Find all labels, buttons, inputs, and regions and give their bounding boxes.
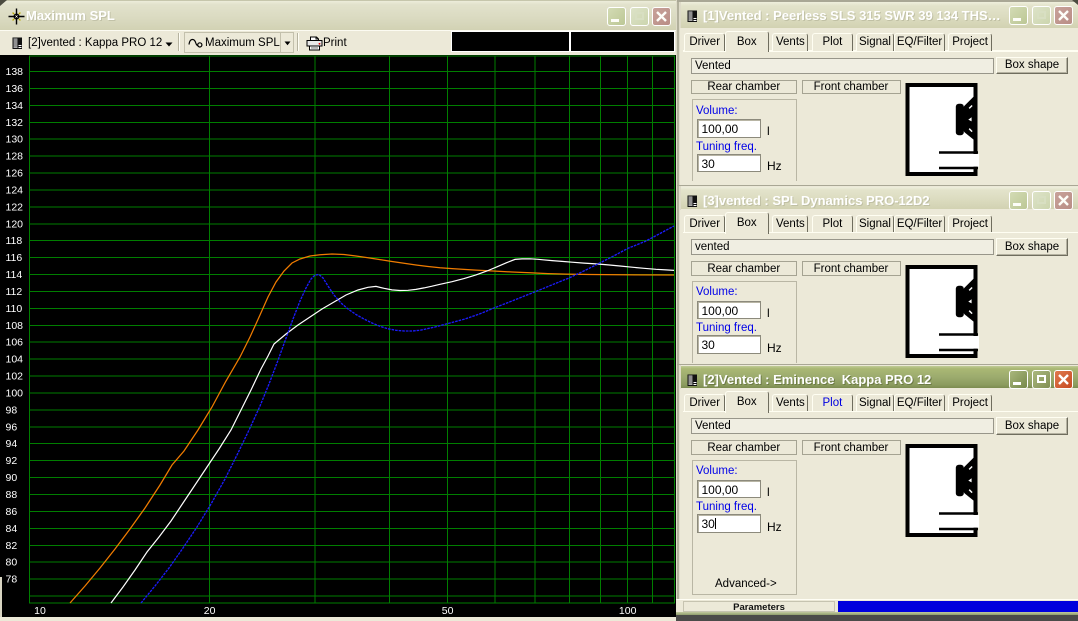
- svg-text:104: 104: [6, 354, 24, 366]
- svg-text:86: 86: [6, 506, 18, 518]
- svg-text:94: 94: [6, 438, 18, 450]
- svg-text:96: 96: [6, 421, 18, 433]
- svg-text:78: 78: [6, 574, 18, 586]
- svg-text:110: 110: [6, 303, 23, 315]
- svg-text:120: 120: [6, 218, 24, 230]
- svg-text:108: 108: [6, 320, 24, 332]
- svg-text:82: 82: [6, 540, 18, 552]
- svg-text:126: 126: [6, 168, 24, 180]
- svg-text:136: 136: [6, 83, 24, 95]
- svg-text:90: 90: [6, 472, 18, 484]
- svg-text:100: 100: [619, 605, 637, 617]
- svg-text:80: 80: [6, 557, 18, 569]
- svg-text:106: 106: [6, 337, 24, 349]
- svg-text:134: 134: [6, 100, 24, 112]
- svg-text:10: 10: [34, 605, 46, 617]
- svg-text:88: 88: [6, 489, 18, 501]
- svg-text:130: 130: [6, 134, 24, 146]
- svg-text:128: 128: [6, 151, 24, 163]
- svg-text:116: 116: [6, 252, 23, 264]
- svg-text:98: 98: [6, 404, 18, 416]
- svg-text:20: 20: [204, 605, 216, 617]
- svg-text:122: 122: [6, 201, 24, 213]
- svg-text:100: 100: [6, 388, 24, 400]
- svg-text:102: 102: [6, 371, 24, 383]
- svg-text:124: 124: [6, 184, 24, 196]
- svg-text:118: 118: [6, 235, 23, 247]
- svg-text:50: 50: [442, 605, 454, 617]
- svg-text:84: 84: [6, 523, 18, 535]
- svg-text:112: 112: [6, 286, 23, 298]
- svg-text:114: 114: [6, 269, 23, 281]
- svg-text:92: 92: [6, 455, 18, 467]
- svg-text:132: 132: [6, 117, 24, 129]
- svg-text:138: 138: [6, 66, 24, 78]
